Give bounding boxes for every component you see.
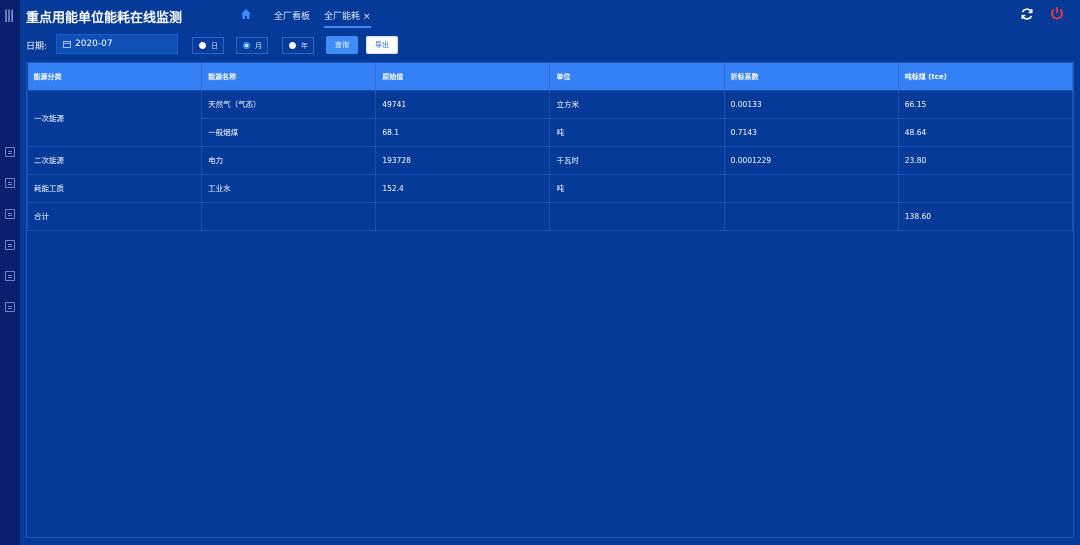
radio-day[interactable]: 日 — [192, 37, 224, 54]
radio-label: 年 — [301, 42, 308, 50]
home-icon[interactable] — [240, 8, 252, 20]
tce-cell — [897, 174, 1074, 203]
raw-cell: 193728 — [375, 146, 551, 175]
radio-dot — [199, 42, 206, 49]
date-value: 2020-07 — [75, 39, 113, 49]
table-header-row: 能源分类 能源名称 原始值 单位 折标系数 吨标煤 (tce) — [27, 63, 1074, 91]
document-icon[interactable] — [5, 209, 15, 219]
column-header: 原始值 — [375, 63, 551, 91]
unit-cell: 立方米 — [549, 90, 725, 119]
unit-cell: 吨 — [549, 174, 725, 203]
monitor-icon[interactable] — [5, 147, 15, 157]
table-row: 耗能工质 工业水 152.4 吨 — [26, 174, 1074, 203]
factor-cell: 0.7143 — [723, 118, 899, 147]
tce-cell: 66.15 — [897, 90, 1074, 119]
unit-cell: 千瓦时 — [549, 146, 725, 175]
power-icon[interactable] — [1050, 6, 1064, 20]
factor-cell: 0.00133 — [723, 90, 899, 119]
tab-label: 全厂看板 — [274, 12, 311, 22]
column-header: 能源名称 — [201, 63, 377, 91]
table-row: 二次能源 电力 193728 千瓦时 0.0001229 23.80 — [26, 146, 1074, 175]
raw-cell: 49741 — [375, 90, 551, 119]
radio-month[interactable]: 月 — [236, 37, 268, 54]
chart-icon[interactable] — [5, 178, 15, 188]
tab-label: 全厂能耗 — [324, 12, 361, 22]
column-header: 吨标煤 (tce) — [898, 63, 1074, 91]
name-cell: 电力 — [201, 146, 377, 175]
name-cell: 一般烟煤 — [201, 118, 377, 147]
raw-cell: 152.4 — [375, 174, 551, 203]
radio-label: 日 — [211, 42, 218, 50]
tce-cell: 23.80 — [897, 146, 1074, 175]
tce-cell: 48.64 — [897, 118, 1074, 147]
column-header: 折标系数 — [724, 63, 899, 91]
header: 重点用能单位能耗在线监测 全厂看板 全厂能耗 × — [20, 0, 1080, 30]
unit-cell: 吨 — [549, 118, 725, 147]
unit-cell — [549, 202, 725, 231]
app-title: 重点用能单位能耗在线监测 — [26, 11, 183, 26]
date-picker[interactable]: 2020-07 — [56, 34, 178, 54]
category-cell: 二次能源 — [26, 146, 203, 175]
edit-icon[interactable] — [5, 302, 15, 312]
table-row-total: 合计 138.60 — [26, 202, 1074, 231]
calendar-nav-icon[interactable] — [5, 271, 15, 281]
calendar-icon — [63, 41, 71, 48]
radio-year[interactable]: 年 — [282, 37, 314, 54]
tab-factory-energy[interactable]: 全厂能耗 × — [324, 9, 371, 28]
raw-cell: 68.1 — [375, 118, 551, 147]
column-header: 单位 — [549, 63, 725, 91]
name-cell: 天然气（气态） — [201, 90, 377, 119]
factor-cell — [723, 174, 899, 203]
column-header: 能源分类 — [27, 63, 203, 91]
query-button[interactable]: 查询 — [326, 36, 358, 54]
factor-cell — [723, 202, 899, 231]
table-row: 一次能源 天然气（气态） 49741 立方米 0.00133 66.15 — [26, 90, 1074, 147]
tce-cell: 138.60 — [897, 202, 1074, 231]
export-button[interactable]: 导出 — [366, 36, 398, 54]
tab-factory-dashboard[interactable]: 全厂看板 — [274, 9, 310, 22]
radio-label: 月 — [255, 42, 262, 50]
filter-toolbar: 日期: 2020-07 日 月 年 查询 导出 — [26, 34, 1080, 56]
menu-icon[interactable]: ||| — [4, 9, 16, 21]
report-icon[interactable] — [5, 240, 15, 250]
factor-cell: 0.0001229 — [723, 146, 899, 175]
sidebar: ||| — [0, 0, 20, 545]
category-cell: 合计 — [26, 202, 203, 231]
refresh-icon[interactable] — [1020, 7, 1034, 21]
name-cell: 工业水 — [201, 174, 377, 203]
radio-dot — [243, 42, 250, 49]
radio-dot — [289, 42, 296, 49]
date-label: 日期: — [26, 42, 48, 52]
close-icon[interactable]: × — [363, 12, 371, 22]
energy-table: 能源分类 能源名称 原始值 单位 折标系数 吨标煤 (tce) 一次能源 天然气… — [26, 62, 1074, 538]
category-cell: 耗能工质 — [26, 174, 203, 203]
name-cell — [201, 202, 377, 231]
raw-cell — [375, 202, 551, 231]
category-cell: 一次能源 — [26, 90, 203, 147]
